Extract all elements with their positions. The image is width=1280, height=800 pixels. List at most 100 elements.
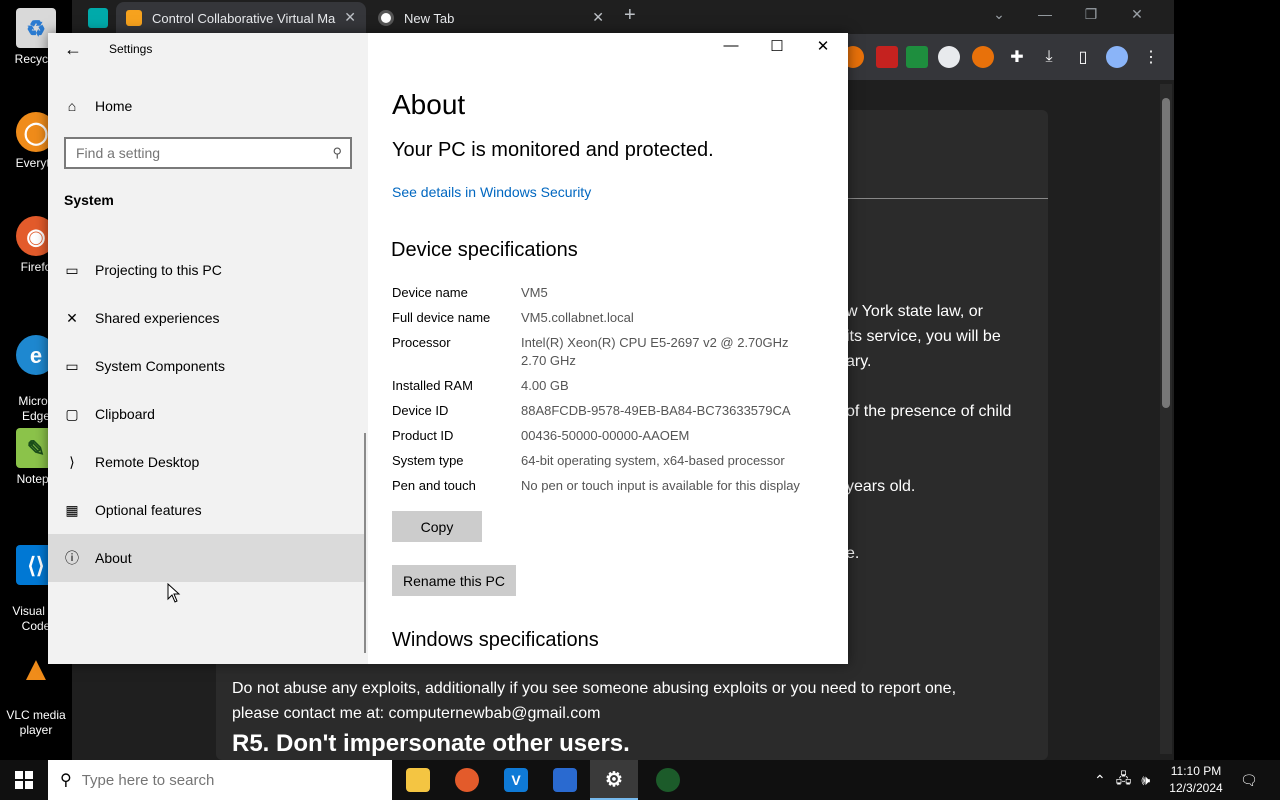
info-icon: ⓘ — [65, 550, 79, 566]
nav-label: System Components — [95, 358, 225, 374]
minimize-button[interactable]: — — [1022, 6, 1068, 22]
spec-label: Device ID — [392, 403, 449, 418]
spec-label: Device name — [392, 285, 468, 300]
nav-remote-desktop[interactable]: ⟩ Remote Desktop — [48, 438, 366, 486]
taskbar-clock[interactable]: 11:10 PM 12/3/2024 — [1160, 763, 1232, 797]
rules-text: its service, you will be — [846, 328, 1001, 345]
spec-row: Installed RAM 4.00 GB — [392, 377, 842, 395]
rules-text: e. — [846, 545, 860, 562]
close-button[interactable]: ✕ — [1114, 6, 1160, 23]
scrollbar-thumb[interactable] — [1162, 98, 1170, 408]
search-icon: ⚲ — [332, 145, 342, 160]
download-icon[interactable]: ⤓ — [1038, 46, 1060, 68]
maximize-button[interactable]: ☐ — [754, 37, 800, 55]
site-favicon-icon — [126, 10, 142, 26]
nav-shared-experiences[interactable]: ✕ Shared experiences — [48, 294, 366, 342]
nav-system-components[interactable]: ▭ System Components — [48, 342, 366, 390]
settings-gear-icon: ⚙ — [605, 768, 623, 791]
page-title: About — [392, 89, 466, 120]
mouse-cursor-icon — [167, 583, 181, 603]
spec-label: Full device name — [392, 310, 491, 325]
rename-pc-button[interactable]: Rename this PC — [392, 565, 516, 596]
extension-s-icon[interactable] — [906, 46, 928, 68]
optional-features-icon: ▦ — [65, 502, 79, 518]
extension-g-icon[interactable] — [938, 46, 960, 68]
firefox-icon — [455, 768, 479, 792]
spec-value: Intel(R) Xeon(R) CPU E5-2697 v2 @ 2.70GH… — [521, 335, 789, 368]
clipboard-icon: ▢ — [65, 406, 79, 422]
rules-text: w York state law, or — [846, 303, 983, 320]
nav-label: Projecting to this PC — [95, 262, 222, 278]
nav-projecting[interactable]: ▭ Projecting to this PC — [48, 246, 366, 294]
show-hidden-icons-icon[interactable]: ⌃ — [1094, 772, 1106, 789]
side-panel-icon[interactable]: ▯ — [1072, 46, 1094, 68]
settings-search[interactable]: ⚲ — [64, 137, 352, 169]
spec-label: Installed RAM — [392, 378, 473, 393]
tab-new-tab[interactable]: New Tab ✕ — [368, 2, 614, 34]
volume-icon[interactable]: 🕪 — [1141, 772, 1150, 789]
spec-value: 64-bit operating system, x64-based proce… — [521, 453, 785, 468]
nav-about[interactable]: ⓘ About — [48, 534, 366, 582]
remote-desktop-icon: ⟩ — [69, 454, 75, 470]
browser-tab-bar: Control Collaborative Virtual Ma ✕ New T… — [72, 0, 1174, 34]
close-tab-icon[interactable]: ✕ — [592, 9, 604, 26]
search-icon: ⚲ — [60, 772, 72, 789]
rules-text: Do not abuse any exploits, additionally … — [232, 680, 957, 697]
tab-control-collaborative[interactable]: Control Collaborative Virtual Ma ✕ — [116, 2, 366, 34]
spec-row: System type 64-bit operating system, x64… — [392, 452, 842, 470]
nav-optional-features[interactable]: ▦ Optional features — [48, 486, 366, 534]
taskbar-app-chrome[interactable] — [644, 760, 692, 800]
settings-sidebar: ← Settings ⌂ Home ⚲ System ▭ Projecting … — [48, 33, 368, 664]
minimize-button[interactable]: — — [708, 37, 754, 54]
page-scrollbar[interactable] — [1160, 84, 1172, 754]
notification-center-icon[interactable]: 🗨 — [1240, 760, 1258, 800]
extension-orange-icon[interactable] — [972, 46, 994, 68]
nav-label: Optional features — [95, 502, 202, 518]
profile-avatar-icon[interactable] — [1106, 46, 1128, 68]
spec-row: Full device name VM5.collabnet.local — [392, 309, 842, 327]
system-components-icon: ▭ — [65, 358, 79, 374]
app-logo-icon — [88, 8, 108, 28]
nav-label: Clipboard — [95, 406, 155, 422]
new-tab-button[interactable]: + — [624, 4, 636, 27]
sidebar-scrollbar[interactable] — [364, 433, 366, 653]
start-button[interactable] — [0, 760, 48, 800]
taskbar-search-input[interactable] — [81, 771, 372, 789]
ublock-icon[interactable] — [876, 46, 898, 68]
spec-row: Device ID 88A8FCDB-9578-49EB-BA84-BC7363… — [392, 402, 842, 420]
section-title: System — [64, 192, 114, 208]
back-arrow-icon[interactable]: ← — [64, 39, 82, 60]
nav-label: About — [95, 550, 132, 566]
network-icon[interactable]: 🖧 — [1116, 768, 1132, 792]
windows-security-link[interactable]: See details in Windows Security — [392, 184, 591, 200]
taskbar-app-remote[interactable] — [541, 760, 589, 800]
more-menu-icon[interactable]: ⋮ — [1140, 46, 1162, 68]
spec-row: Pen and touch No pen or touch input is a… — [392, 477, 842, 495]
spec-value: VM5 — [521, 285, 548, 300]
taskbar-app-settings[interactable]: ⚙ — [590, 760, 638, 800]
tab-title: New Tab — [404, 10, 455, 26]
taskbar-search[interactable]: ⚲ — [48, 760, 392, 800]
puzzle-extensions-icon[interactable]: ✚ — [1006, 46, 1028, 68]
rules-text: of the presence of child — [846, 403, 1012, 420]
nav-home[interactable]: ⌂ Home — [48, 90, 368, 122]
settings-search-input[interactable] — [66, 145, 316, 161]
tray-icons: ⌃ 🖧 🕪 — [1094, 760, 1150, 800]
spec-row: Processor Intel(R) Xeon(R) CPU E5-2697 v… — [392, 334, 842, 370]
device-specs-heading: Device specifications — [391, 239, 578, 261]
spec-label: Processor — [392, 335, 451, 350]
windows-logo-icon — [15, 771, 33, 789]
taskbar-app-firefox[interactable] — [443, 760, 491, 800]
close-tab-icon[interactable]: ✕ — [344, 9, 356, 26]
spec-value: No pen or touch input is available for t… — [521, 478, 800, 493]
taskbar-app-file-explorer[interactable] — [394, 760, 442, 800]
tab-search-icon[interactable]: ⌄ — [976, 6, 1022, 23]
nav-clipboard[interactable]: ▢ Clipboard — [48, 390, 366, 438]
rules-text: please contact me at: computernewbab@gma… — [232, 705, 601, 722]
restore-button[interactable]: ❐ — [1068, 6, 1114, 23]
tab-title: Control Collaborative Virtual Ma — [152, 10, 336, 26]
window-title: Settings — [109, 42, 153, 56]
copy-button[interactable]: Copy — [392, 511, 482, 542]
taskbar-app-visual-studio[interactable]: V — [492, 760, 540, 800]
close-button[interactable]: ✕ — [800, 37, 846, 55]
